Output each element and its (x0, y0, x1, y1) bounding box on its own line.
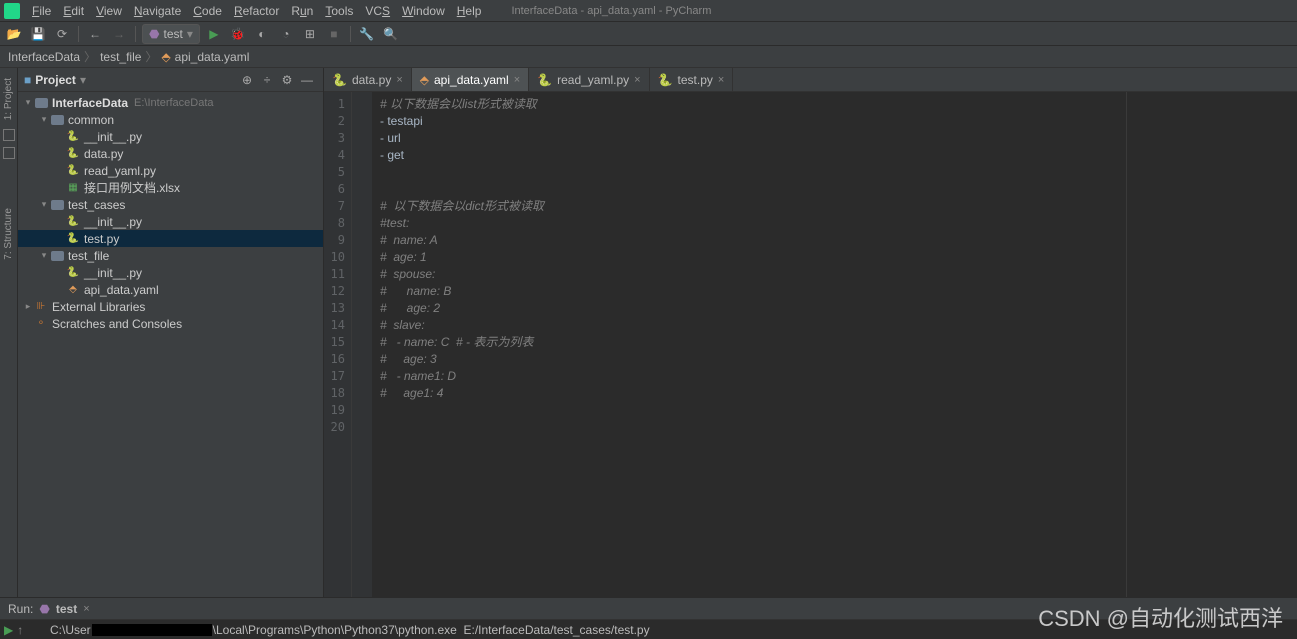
up-icon[interactable]: ↑ (17, 623, 23, 637)
wrench-icon[interactable]: 🔧 (357, 24, 377, 44)
tree-file[interactable]: 🐍__init__.py (18, 213, 323, 230)
back-icon[interactable]: ← (85, 24, 105, 44)
save-icon[interactable]: 💾 (28, 24, 48, 44)
project-tree: ▾ InterfaceData E:\InterfaceData ▾ commo… (18, 92, 323, 597)
menu-run[interactable]: Run (285, 2, 319, 20)
tree-file[interactable]: 🐍data.py (18, 145, 323, 162)
menu-navigate[interactable]: Navigate (128, 2, 187, 20)
bookmark-icon[interactable] (3, 129, 15, 141)
collapse-icon[interactable]: ÷ (257, 70, 277, 90)
menu-window[interactable]: Window (396, 2, 451, 20)
debug-icon[interactable]: 🐞 (228, 24, 248, 44)
rerun-icon[interactable]: ▶ (4, 623, 13, 637)
side-tab-project[interactable]: 1: Project (2, 72, 15, 126)
tab-readyaml[interactable]: 🐍read_yaml.py× (529, 68, 649, 91)
tab-apidatayaml[interactable]: ⬘api_data.yaml× (412, 68, 529, 91)
tree-folder-testfile[interactable]: ▾ test_file (18, 247, 323, 264)
profile-icon[interactable]: ◔ (276, 24, 296, 44)
gear-icon[interactable]: ⚙ (277, 70, 297, 90)
menu-refactor[interactable]: Refactor (228, 2, 285, 20)
run-config-label: test (56, 602, 77, 616)
close-icon[interactable]: × (634, 74, 640, 86)
sync-icon[interactable]: ⟳ (52, 24, 72, 44)
menu-help[interactable]: Help (451, 2, 488, 20)
toolbar: 📂 💾 ⟳ ← → ⬣ test ▾ ▶ 🐞 ◐ ◔ ⊞ ■ 🔧 🔍 (0, 22, 1297, 46)
panel-title: Project (35, 73, 76, 87)
app-icon (4, 3, 20, 19)
menu-vcs[interactable]: VCS (359, 2, 396, 20)
tab-testpy[interactable]: 🐍test.py× (650, 68, 734, 91)
coverage-icon[interactable]: ◐ (252, 24, 272, 44)
menubar: File Edit View Navigate Code Refactor Ru… (0, 0, 1297, 22)
menu-code[interactable]: Code (187, 2, 228, 20)
concurrency-icon[interactable]: ⊞ (300, 24, 320, 44)
close-icon[interactable]: × (718, 74, 724, 86)
tree-file-selected[interactable]: 🐍test.py (18, 230, 323, 247)
locate-icon[interactable]: ⊕ (237, 70, 257, 90)
editor: 🐍data.py× ⬘api_data.yaml× 🐍read_yaml.py×… (324, 68, 1297, 597)
breadcrumb: InterfaceData 〉 test_file 〉 ⬘ api_data.y… (0, 46, 1297, 68)
panel-header: ■ Project ▾ ⊕ ÷ ⚙ — (18, 68, 323, 92)
tree-external-libs[interactable]: ▸⊪ External Libraries (18, 298, 323, 315)
watermark: CSDN @自动化测试西洋 (1038, 601, 1283, 633)
main-area: 1: Project 7: Structure ■ Project ▾ ⊕ ÷ … (0, 68, 1297, 597)
project-panel: ■ Project ▾ ⊕ ÷ ⚙ — ▾ InterfaceData E:\I… (18, 68, 324, 597)
close-icon[interactable]: × (396, 74, 402, 86)
tree-file[interactable]: ▦接口用例文档.xlsx (18, 179, 323, 196)
side-tab-structure[interactable]: 7: Structure (2, 202, 15, 266)
code-area[interactable]: 1234567891011121314151617181920 # 以下数据会以… (324, 92, 1297, 597)
close-icon[interactable]: × (83, 603, 89, 615)
tab-datapy[interactable]: 🐍data.py× (324, 68, 412, 91)
close-icon[interactable]: × (514, 74, 520, 86)
menu-edit[interactable]: Edit (57, 2, 90, 20)
editor-tabs: 🐍data.py× ⬘api_data.yaml× 🐍read_yaml.py×… (324, 68, 1297, 92)
tree-file[interactable]: 🐍read_yaml.py (18, 162, 323, 179)
forward-icon[interactable]: → (109, 24, 129, 44)
tree-file[interactable]: 🐍__init__.py (18, 264, 323, 281)
minimize-icon[interactable]: — (297, 70, 317, 90)
run-config-name: test (163, 27, 182, 41)
breadcrumb-item[interactable]: InterfaceData (8, 50, 80, 64)
tree-scratches[interactable]: ⚬ Scratches and Consoles (18, 315, 323, 332)
run-config-selector[interactable]: ⬣ test ▾ (142, 24, 200, 44)
gutter-fold (352, 92, 372, 597)
tree-root[interactable]: ▾ InterfaceData E:\InterfaceData (18, 94, 323, 111)
side-tab-bar: 1: Project 7: Structure (0, 68, 18, 597)
run-icon[interactable]: ▶ (204, 24, 224, 44)
menu-file[interactable]: File (26, 2, 57, 20)
breadcrumb-item[interactable]: test_file (100, 50, 141, 64)
tree-file[interactable]: 🐍__init__.py (18, 128, 323, 145)
tree-folder-testcases[interactable]: ▾ test_cases (18, 196, 323, 213)
gutter: 1234567891011121314151617181920 (324, 92, 352, 597)
stop-icon[interactable]: ■ (324, 24, 344, 44)
bookmark-icon[interactable] (3, 147, 15, 159)
tree-folder-common[interactable]: ▾ common (18, 111, 323, 128)
search-icon[interactable]: 🔍 (381, 24, 401, 44)
menu-view[interactable]: View (90, 2, 128, 20)
window-title: InterfaceData - api_data.yaml - PyCharm (511, 5, 711, 17)
menu-tools[interactable]: Tools (319, 2, 359, 20)
breadcrumb-item[interactable]: api_data.yaml (175, 50, 250, 64)
tree-file[interactable]: ⬘api_data.yaml (18, 281, 323, 298)
code-content[interactable]: # 以下数据会以list形式被读取 - testapi - url - get … (372, 92, 1127, 597)
open-icon[interactable]: 📂 (4, 24, 24, 44)
run-label: Run: (8, 602, 33, 616)
